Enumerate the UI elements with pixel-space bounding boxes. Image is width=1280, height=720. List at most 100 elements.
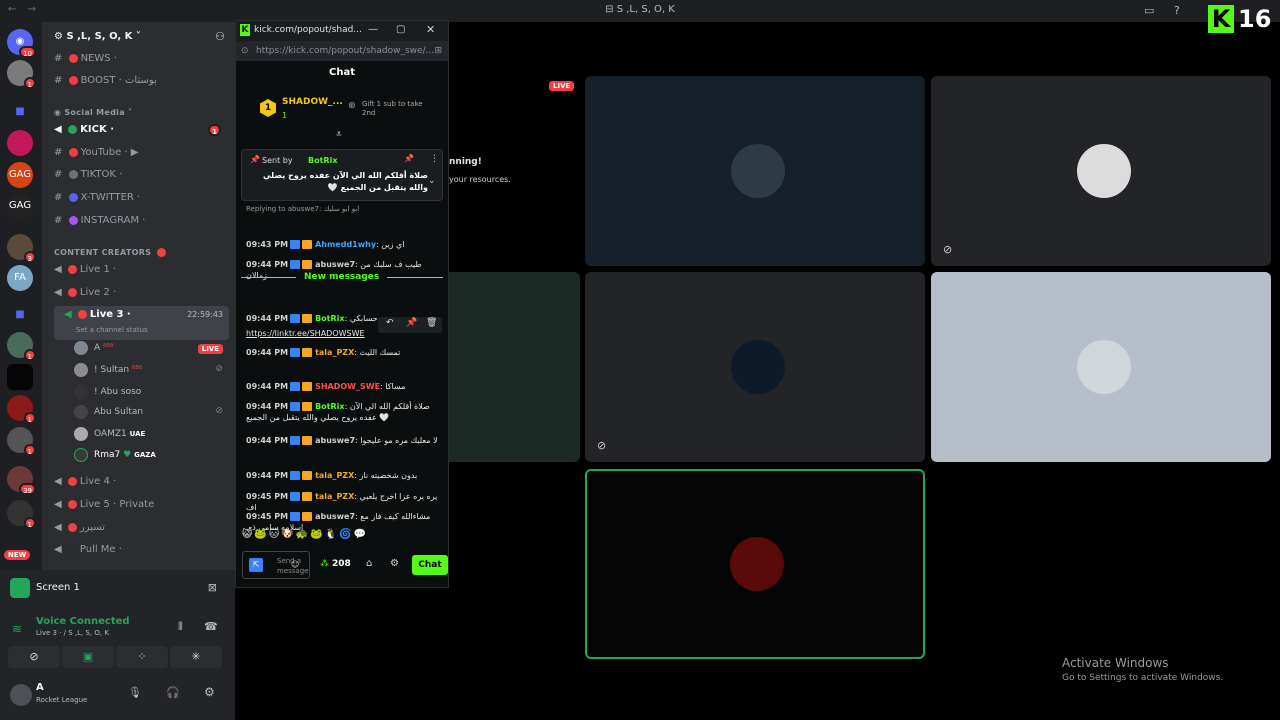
voice-user[interactable]: OAMZ1 UAE [74,425,145,443]
channel-kick[interactable]: ◀ KICK · 1 [54,121,229,139]
reply-context[interactable]: Replying to abuswe7: ابو ابو سليك [246,205,359,213]
more-options-icon[interactable]: ⋮ [430,154,439,164]
message-user[interactable]: abuswe7 [315,436,355,445]
server-icon[interactable]: FA [7,265,33,291]
channel-live3[interactable]: ◀ Live 3 · 22:59:43 Set a channel status [54,306,229,340]
server-icon[interactable]: 1 [7,427,36,456]
server-icon[interactable]: 1 [7,332,36,361]
stop-share-icon[interactable]: ⊠ [208,581,217,594]
channel-news[interactable]: # NEWS · [54,50,229,68]
server-icon[interactable] [7,364,33,390]
message-user[interactable]: abuswe7 [315,512,355,521]
reply-icon[interactable]: ↶ [386,318,394,328]
camera-off-button[interactable]: ⊘ [8,646,60,668]
message-user[interactable]: Ahmedd1why [315,240,376,249]
channel-live5[interactable]: ◀ Live 5 · Private [54,496,229,514]
channel-youtube[interactable]: # YouTube · ▶ [54,144,229,162]
headphones-icon[interactable]: 🎧 [166,686,180,699]
category-social-media[interactable]: ◉ Social Media ˅ [54,108,132,117]
message-user[interactable]: tala_PZX [315,471,354,480]
voice-user[interactable]: ! Sultan ᵟᵟᵟ [74,361,142,379]
message-input[interactable]: ⇱ Send a message ☺ [242,551,310,579]
activities-button[interactable]: ⁘ [116,646,168,668]
server-icon[interactable]: 1 [7,395,36,424]
participant-tile[interactable] [931,272,1271,462]
discord-home-icon[interactable]: ◉ 10 [7,29,36,58]
send-chat-button[interactable]: Chat [412,555,448,575]
category-content-creators[interactable]: CONTENT CREATORS [54,248,169,257]
emote-icon[interactable]: ☺ [291,560,299,569]
soundboard-button[interactable]: ✳ [170,646,222,668]
store-icon[interactable]: ⌂ [366,558,372,569]
chat-message[interactable]: 09:45 PM tala_PZX: يره يره عزا اخرج يلعبي… [246,491,442,513]
avatar[interactable] [10,684,32,706]
voice-user[interactable]: ! Abu soso [74,383,141,401]
message-user[interactable]: BotRix [315,402,344,411]
participant-tile[interactable]: ⊘ [585,272,925,462]
voice-user[interactable]: A ᵟᵟᵟ [74,339,113,357]
server-icon[interactable]: 39 [7,466,36,495]
channel-points[interactable]: 208 [332,559,351,569]
voice-location[interactable]: Live 3 · / S ,L, S, O, K [36,629,109,637]
participant-tile-speaking[interactable] [585,469,925,659]
chat-message[interactable]: 09:43 PM Ahmedd1why: اي زين [246,239,442,250]
pinned-by-user[interactable]: BotRix [308,156,337,165]
server-icon[interactable]: 3 [7,234,36,263]
server-icon[interactable]: 1 [7,60,36,89]
emote-bar[interactable]: 😺🐸🐱🐶🐢🐸🐧🌀💬 [242,529,442,545]
new-pill[interactable]: NEW [4,550,31,560]
minimize-icon[interactable]: — [368,24,378,35]
channel-special[interactable]: ◀ تسيرر [54,519,229,537]
expand-pinned-icon[interactable]: ⩡ [336,129,342,140]
microphone-icon[interactable]: 🎙 [128,686,142,699]
channel-pullme[interactable]: ◀ Pull Me · [54,541,229,559]
site-info-icon[interactable]: ⊙ [241,41,249,61]
channel-live2[interactable]: ◀ Live 2 · [54,284,229,302]
inbox-icon[interactable]: ▭ [1144,4,1154,17]
voice-user[interactable]: Rma7 ♥ GAZA [74,446,156,464]
settings-gear-icon[interactable]: ⚙ [204,685,215,699]
channel-xtwitter[interactable]: # X-TWITTER · [54,189,229,207]
server-icon[interactable]: GAG [7,193,33,219]
server-icon[interactable] [7,130,33,156]
chat-message[interactable]: 09:44 PM BotRix: صلاة أقلكم الله الي الآن… [246,401,442,423]
guild-header[interactable]: ⚙ S ,L, S, O, K ˅ [54,31,141,42]
maximize-icon[interactable]: ▢ [396,24,405,35]
server-icon[interactable]: 1 [7,500,36,529]
server-icon[interactable]: GAG [7,162,33,188]
participant-tile[interactable]: ⊘ [931,76,1271,266]
unpin-icon[interactable]: 📌 [404,154,414,163]
chat-message[interactable]: 09:44 PM SHADOW_SWE: مساكا [246,381,442,392]
leaderboard-name[interactable]: SHADOW_... [282,97,343,107]
message-user[interactable]: tala_PZX [315,348,354,357]
chevron-down-icon[interactable]: ⌄ [428,176,436,186]
folder-icon[interactable]: ■ [7,302,33,328]
channel-status[interactable]: Set a channel status [76,321,148,339]
channel-tiktok[interactable]: # TIKTOK · [54,166,229,184]
chat-message[interactable]: 09:44 PM abuswe7: لا معليك مره مو عليجوا [246,435,442,446]
folder-icon[interactable]: ■ [7,99,33,125]
delete-icon[interactable]: 🗑 [426,318,437,328]
close-icon[interactable]: ✕ [426,23,435,36]
popout-url-bar[interactable]: ⊙ https://kick.com/popout/shadow_swe/...… [236,41,448,61]
voice-user[interactable]: Abu Sultan [74,403,143,421]
channel-live1[interactable]: ◀ Live 1 · [54,261,229,279]
message-user[interactable]: abuswe7 [315,260,355,269]
chat-message[interactable]: 09:44 PM tala_PZX: بدون شخصيته ناز [246,470,442,481]
screen-share-button[interactable]: ▣ [62,646,114,668]
noise-suppression-icon[interactable]: ⦀ [178,620,183,634]
channel-instagram[interactable]: # INSTAGRAM · [54,212,229,230]
message-user[interactable]: BotRix [315,314,344,323]
chat-message[interactable]: 09:44 PM tala_PZX: تمسك الليث [246,347,442,358]
participant-tile[interactable] [585,76,925,266]
voice-status[interactable]: Voice Connected [36,616,130,627]
gift-sub-text[interactable]: Gift 1 sub to take 2nd [362,100,436,118]
disconnect-icon[interactable]: ☎ [204,620,218,633]
message-user[interactable]: tala_PZX [315,492,354,501]
pin-message-icon[interactable]: 📌 [406,318,417,328]
message-user[interactable]: SHADOW_SWE [315,382,380,391]
help-icon[interactable]: ? [1174,4,1180,17]
channel-live4[interactable]: ◀ Live 4 · [54,473,229,491]
channel-boost[interactable]: # BOOST · بوستات [54,72,229,90]
message-text[interactable]: https://linktr.ee/SHADOWSWE [246,329,365,338]
